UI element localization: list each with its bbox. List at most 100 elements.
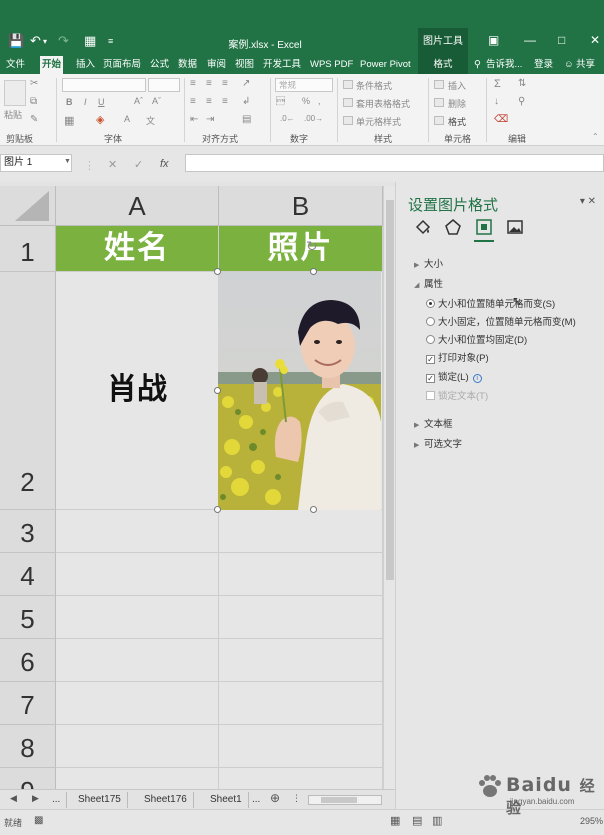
locked-option[interactable]: ✓ 锁定(L) i bbox=[426, 369, 482, 383]
rotate-handle-icon[interactable]: ↻ bbox=[306, 238, 318, 255]
page-break-view-icon[interactable]: ▥ bbox=[432, 814, 442, 827]
cell-b4[interactable] bbox=[219, 553, 383, 596]
collapse-ribbon-icon[interactable]: ⌃ bbox=[592, 132, 599, 141]
ribbon-display-icon[interactable]: ▣ bbox=[488, 33, 499, 47]
cut-icon[interactable]: ✂ bbox=[30, 78, 38, 89]
align-bottom-icon[interactable]: ≡ bbox=[222, 78, 228, 89]
picture-icon[interactable] bbox=[506, 218, 524, 236]
cancel-entry-icon[interactable]: ✕ bbox=[108, 158, 117, 171]
cell-a8[interactable] bbox=[56, 725, 219, 768]
row-header-5[interactable]: 5 bbox=[0, 596, 56, 639]
option-dont-move-or-size[interactable]: 大小和位置均固定(D) bbox=[426, 332, 527, 346]
tab-view[interactable]: 视图 bbox=[233, 56, 256, 74]
align-center-icon[interactable]: ≡ bbox=[206, 96, 212, 107]
row-header-7[interactable]: 7 bbox=[0, 682, 56, 725]
merge-center-icon[interactable]: ▤ bbox=[242, 114, 251, 125]
row-header-9[interactable]: 9 bbox=[0, 768, 56, 789]
cell-b6[interactable] bbox=[219, 639, 383, 682]
autosum-icon[interactable]: Σ bbox=[494, 78, 501, 90]
row-header-6[interactable]: 6 bbox=[0, 639, 56, 682]
cell-styles-button[interactable]: 单元格样式 bbox=[356, 115, 401, 128]
radio-button[interactable] bbox=[426, 317, 435, 326]
normal-view-icon[interactable]: ▦ bbox=[390, 814, 400, 827]
section-properties[interactable]: ◢ 属性 bbox=[414, 276, 443, 290]
align-top-icon[interactable]: ≡ bbox=[190, 78, 196, 89]
paste-label[interactable]: 粘贴 bbox=[4, 108, 22, 121]
row-header-2[interactable]: 2 bbox=[0, 272, 56, 510]
decrease-decimal-icon[interactable]: .00→ bbox=[304, 114, 323, 123]
align-right-icon[interactable]: ≡ bbox=[222, 96, 228, 107]
resize-handle-tm[interactable] bbox=[310, 268, 317, 275]
fill-line-icon[interactable] bbox=[414, 218, 432, 236]
pane-options-icon[interactable]: ▾ ✕ bbox=[580, 196, 596, 207]
info-icon[interactable]: i bbox=[472, 374, 482, 383]
section-alt-text[interactable]: ▶ 可选文字 bbox=[414, 436, 462, 450]
cell-a4[interactable] bbox=[56, 553, 219, 596]
tab-formulas[interactable]: 公式 bbox=[148, 56, 171, 74]
cell-a9[interactable] bbox=[56, 768, 219, 789]
cell-a1[interactable]: 姓名 bbox=[56, 226, 219, 272]
prev-sheet-icon[interactable]: ◀ bbox=[10, 793, 17, 804]
horizontal-scroll-thumb[interactable] bbox=[321, 797, 357, 803]
fill-icon[interactable]: ↓ bbox=[494, 96, 499, 107]
section-size[interactable]: ▶ 大小 bbox=[414, 256, 443, 270]
sort-filter-icon[interactable]: ⇅ bbox=[518, 78, 526, 89]
font-size-combo[interactable] bbox=[148, 78, 180, 92]
portrait-photo[interactable] bbox=[218, 272, 381, 510]
checkbox-checked[interactable]: ✓ bbox=[426, 355, 435, 364]
column-header-b[interactable]: B bbox=[219, 186, 383, 226]
section-textbox[interactable]: ▶ 文本框 bbox=[414, 416, 453, 430]
number-format-combo[interactable]: 常规 bbox=[275, 78, 333, 92]
size-properties-icon[interactable] bbox=[475, 218, 493, 236]
row-header-8[interactable]: 8 bbox=[0, 725, 56, 768]
column-header-a[interactable]: A bbox=[56, 186, 219, 226]
orientation-icon[interactable]: ↗ bbox=[242, 78, 250, 89]
row-header-4[interactable]: 4 bbox=[0, 553, 56, 596]
clear-icon[interactable]: ⌫ bbox=[494, 114, 508, 125]
cell-b1[interactable]: 照片 bbox=[219, 226, 383, 272]
tab-review[interactable]: 审阅 bbox=[205, 56, 228, 74]
effects-icon[interactable] bbox=[444, 218, 462, 236]
cell-a5[interactable] bbox=[56, 596, 219, 639]
tab-file[interactable]: 文件 bbox=[4, 56, 27, 74]
cell-a6[interactable] bbox=[56, 639, 219, 682]
paste-icon[interactable] bbox=[4, 80, 26, 106]
sheet-tab-more-right[interactable]: ... bbox=[246, 792, 266, 808]
resize-handle-tl[interactable] bbox=[214, 268, 221, 275]
borders-icon[interactable]: ▦ bbox=[64, 114, 74, 127]
resize-handle-bl[interactable] bbox=[214, 506, 221, 513]
tab-home[interactable]: 开始 bbox=[40, 56, 64, 74]
tab-split-dots-icon[interactable]: ⋮ bbox=[292, 793, 301, 804]
sheet-tab-more-left[interactable]: ... bbox=[46, 792, 68, 808]
vertical-scroll-thumb[interactable] bbox=[386, 200, 394, 580]
format-painter-icon[interactable]: ✎ bbox=[30, 114, 38, 125]
close-button[interactable]: ✕ bbox=[590, 33, 600, 47]
format-cells-button[interactable]: 格式 bbox=[448, 115, 466, 128]
resize-handle-ml[interactable] bbox=[214, 387, 221, 394]
tab-data[interactable]: 数据 bbox=[176, 56, 199, 74]
conditional-format-button[interactable]: 条件格式 bbox=[356, 79, 392, 92]
sheet-tab-sheet1[interactable]: Sheet1 bbox=[204, 792, 249, 808]
macro-record-icon[interactable]: ▩ bbox=[34, 815, 43, 826]
option-move-dont-size[interactable]: 大小固定，位置随单元格而变(M) bbox=[426, 314, 576, 328]
comma-icon[interactable]: , bbox=[318, 96, 321, 106]
login-link[interactable]: 登录 bbox=[532, 56, 555, 74]
tab-insert[interactable]: 插入 bbox=[74, 56, 97, 74]
tab-format[interactable]: 格式 bbox=[418, 56, 468, 74]
fill-color-icon[interactable]: ◈ bbox=[96, 113, 104, 126]
font-name-combo[interactable] bbox=[62, 78, 146, 92]
cell-b9[interactable] bbox=[219, 768, 383, 789]
confirm-entry-icon[interactable]: ✓ bbox=[134, 158, 143, 171]
percent-icon[interactable]: % bbox=[302, 96, 310, 106]
page-layout-view-icon[interactable]: ▤ bbox=[412, 814, 422, 827]
resize-handle-bm[interactable] bbox=[310, 506, 317, 513]
name-box[interactable]: 图片 1 bbox=[0, 154, 72, 172]
font-color-icon[interactable]: A bbox=[124, 114, 130, 124]
insert-function-button[interactable]: fx bbox=[160, 158, 169, 170]
row-header-3[interactable]: 3 bbox=[0, 510, 56, 553]
format-as-table-button[interactable]: 套用表格格式 bbox=[356, 97, 410, 110]
bold-button[interactable]: B bbox=[66, 97, 73, 107]
cell-b5[interactable] bbox=[219, 596, 383, 639]
copy-icon[interactable]: ⧉ bbox=[30, 96, 37, 107]
maximize-button[interactable]: □ bbox=[558, 33, 565, 47]
